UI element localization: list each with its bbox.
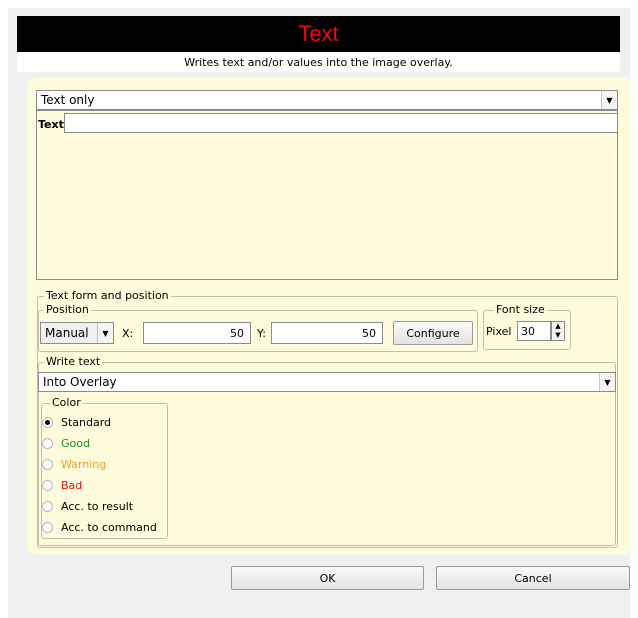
chevron-down-icon[interactable]: ▼ (97, 323, 113, 343)
cancel-button[interactable]: Cancel (436, 566, 630, 590)
color-option[interactable]: Acc. to result (42, 500, 133, 513)
x-input[interactable]: 50 (143, 322, 251, 344)
text-form-title: Text form and position (44, 289, 171, 302)
text-label: Text (38, 118, 64, 131)
chevron-down-icon[interactable]: ▼ (555, 332, 560, 339)
color-option-label: Good (61, 437, 90, 450)
chevron-down-icon[interactable]: ▼ (601, 91, 617, 109)
write-target-select[interactable]: Into Overlay ▼ (38, 372, 616, 392)
mode-select-value: Text only (41, 93, 95, 107)
radio-button[interactable] (42, 459, 53, 470)
radio-button[interactable] (42, 522, 53, 533)
radio-button[interactable] (42, 417, 53, 428)
ok-button[interactable]: OK (231, 566, 424, 590)
radio-button[interactable] (42, 501, 53, 512)
color-option[interactable]: Standard (42, 416, 111, 429)
radio-button[interactable] (42, 480, 53, 491)
position-title: Position (44, 303, 91, 316)
color-option-label: Warning (61, 458, 107, 471)
font-size-spinner[interactable]: ▲ ▼ (551, 321, 565, 341)
mode-select[interactable]: Text only ▼ (36, 90, 618, 110)
font-size-unit-label: Pixel (486, 325, 512, 338)
text-input[interactable] (64, 113, 618, 133)
dialog-subtitle: Writes text and/or values into the image… (17, 52, 620, 72)
position-mode-value: Manual (45, 326, 89, 340)
color-option[interactable]: Acc. to command (42, 521, 157, 534)
configure-button[interactable]: Configure (393, 321, 473, 345)
color-option-label: Bad (61, 479, 83, 492)
color-option-label: Acc. to result (61, 500, 134, 513)
write-target-value: Into Overlay (43, 375, 117, 389)
color-option[interactable]: Good (42, 437, 90, 450)
x-label: X: (122, 327, 134, 340)
color-title: Color (50, 396, 83, 409)
chevron-up-icon[interactable]: ▲ (555, 323, 560, 330)
dialog-title: Text (17, 16, 620, 52)
text-area (36, 110, 618, 280)
radio-button[interactable] (42, 438, 53, 449)
write-text-title: Write text (44, 355, 103, 368)
chevron-down-icon[interactable]: ▼ (599, 373, 615, 391)
position-mode-select[interactable]: Manual ▼ (40, 322, 114, 344)
color-option-label: Standard (61, 416, 112, 429)
y-input[interactable]: 50 (271, 322, 383, 344)
color-option[interactable]: Warning (42, 458, 106, 471)
color-option-label: Acc. to command (61, 521, 157, 534)
y-label: Y: (257, 327, 266, 340)
font-size-title: Font size (494, 303, 547, 316)
font-size-input[interactable]: 30 (517, 321, 551, 341)
color-option[interactable]: Bad (42, 479, 82, 492)
